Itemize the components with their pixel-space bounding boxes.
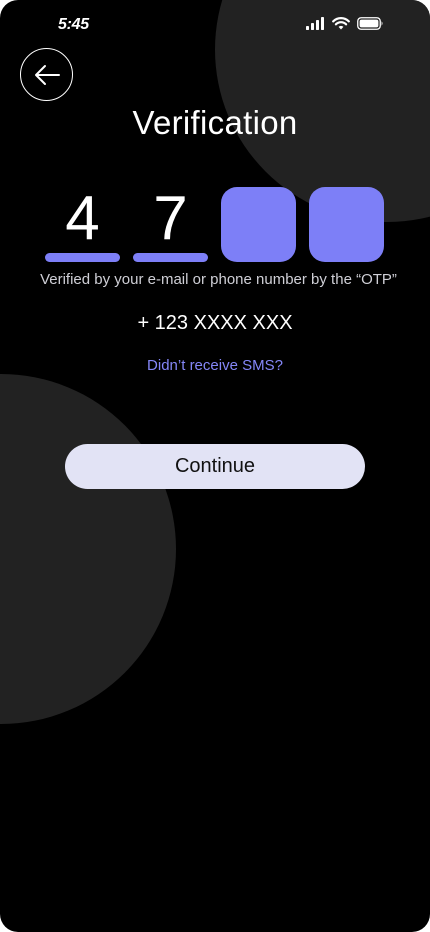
page-title: Verification: [132, 104, 298, 141]
status-bar: 5:45: [0, 0, 430, 50]
otp-digit-2[interactable]: 7: [133, 187, 208, 262]
phone-number: + 123 XXXX XXX: [137, 312, 293, 334]
arrow-left-icon: [34, 64, 60, 85]
cellular-signal-icon: [306, 17, 324, 30]
otp-digit-2-underline: [133, 253, 208, 262]
status-icons: [306, 17, 384, 33]
otp-digit-3[interactable]: [221, 187, 296, 262]
otp-digit-2-value: 7: [153, 184, 188, 253]
status-time: 5:45: [58, 16, 89, 33]
resend-sms-link[interactable]: Didn’t receive SMS?: [0, 356, 430, 376]
wifi-icon: [332, 17, 350, 30]
verification-screen: 5:45 Verification 4 7 Verified by your e…: [0, 0, 430, 932]
continue-button[interactable]: Continue: [65, 444, 365, 489]
otp-digit-1-value: 4: [65, 184, 100, 253]
otp-digit-1-underline: [45, 253, 120, 262]
battery-icon: [357, 17, 383, 30]
otp-digit-1[interactable]: 4: [45, 187, 120, 262]
otp-helper-text: Verified by your e-mail or phone number …: [40, 271, 397, 288]
back-button[interactable]: [20, 48, 73, 101]
decorative-circle-left: [0, 374, 176, 724]
otp-digit-4[interactable]: [309, 187, 384, 262]
